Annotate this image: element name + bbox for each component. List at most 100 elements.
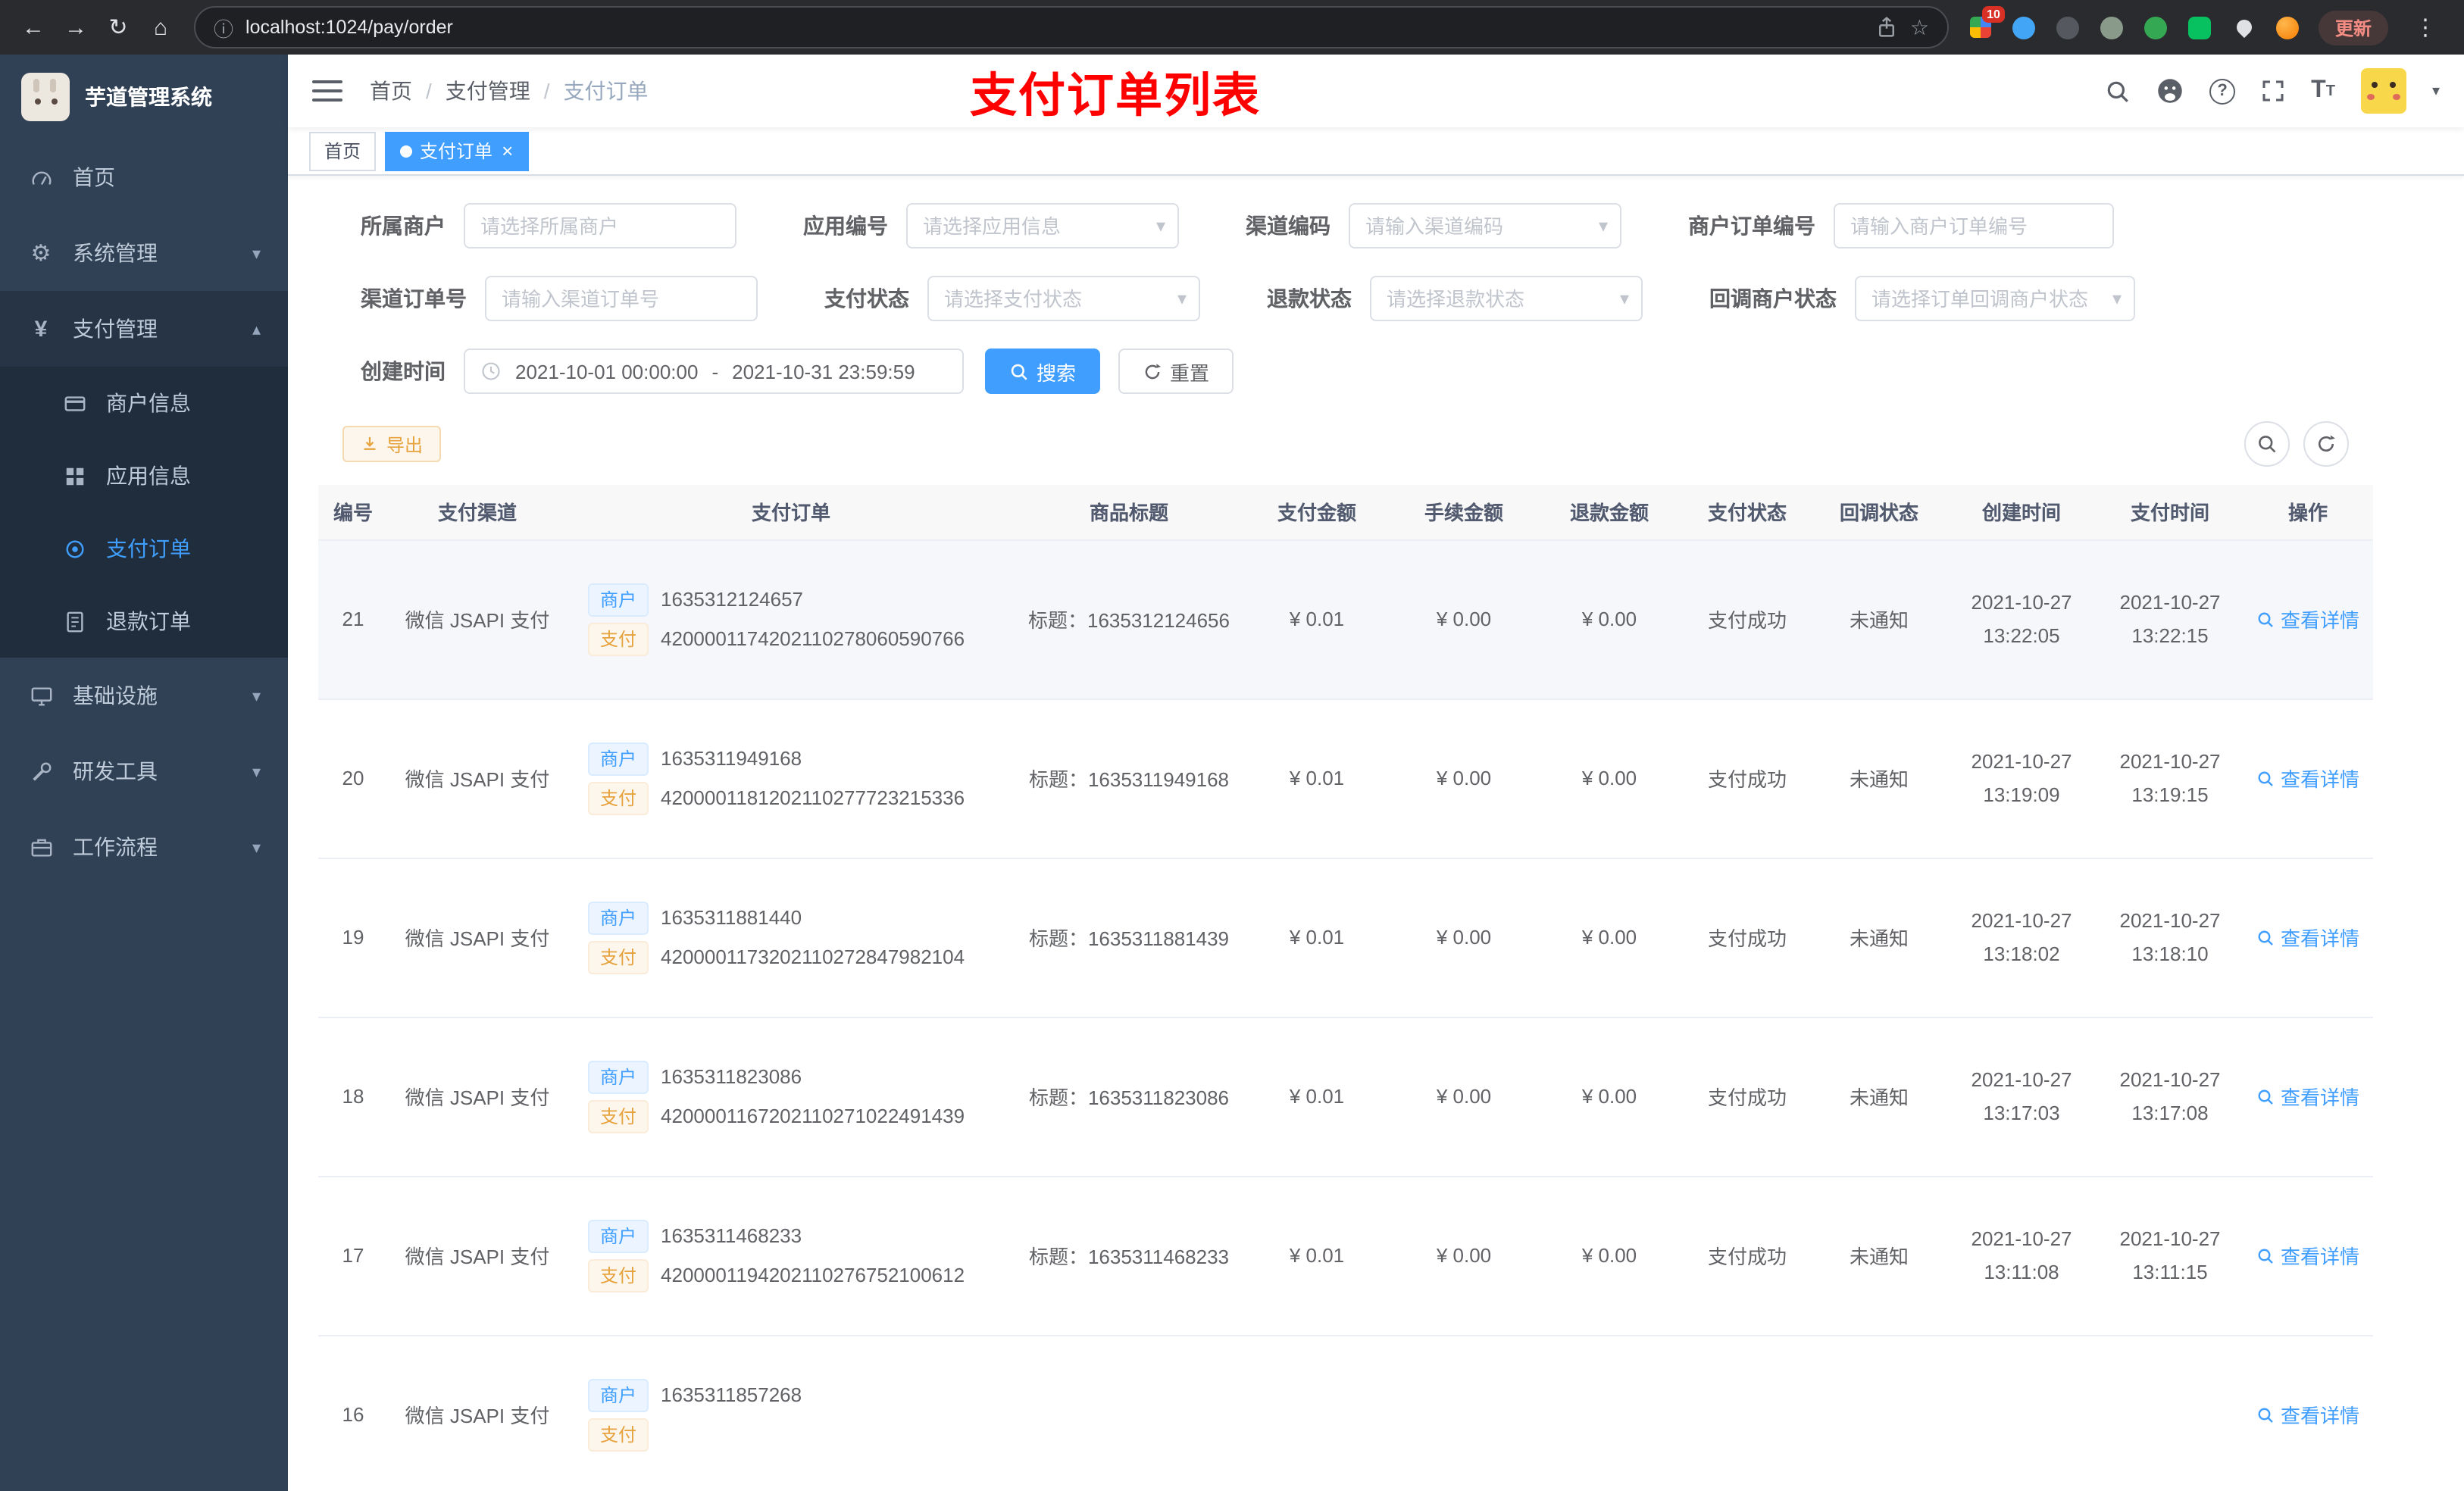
extension-drop-icon[interactable] xyxy=(2011,14,2038,41)
filter-label-refund-status: 退款状态 xyxy=(1267,286,1352,311)
col-pay-status: 支付状态 xyxy=(1682,485,1812,540)
extension-puzzle-icon[interactable]: 10 xyxy=(1967,6,2005,41)
browser-back-icon[interactable]: ← xyxy=(12,6,55,48)
refresh-button[interactable] xyxy=(2303,421,2349,467)
pay-status-select-input[interactable] xyxy=(927,276,1200,321)
tags-view-bar: 首页 支付订单 × xyxy=(288,127,2464,176)
merchant-order-no-input[interactable] xyxy=(1834,203,2114,248)
cell-fee: ¥ 0.00 xyxy=(1391,858,1537,1017)
font-size-icon[interactable]: TT xyxy=(2311,77,2335,105)
share-icon[interactable] xyxy=(1877,17,1898,38)
help-icon[interactable]: ? xyxy=(2209,78,2236,104)
merchant-select-input[interactable] xyxy=(464,203,736,248)
extension-dark-icon[interactable] xyxy=(2055,14,2082,41)
browser-forward-icon[interactable]: → xyxy=(55,6,97,48)
cell-fee: ¥ 0.00 xyxy=(1391,1176,1537,1336)
merchant-tag: 商户 xyxy=(588,1060,649,1093)
cell-pay-order: 商户 1635311881440 支付 42000011732021102728… xyxy=(567,858,1015,1017)
col-refund: 退款金额 xyxy=(1537,485,1682,540)
sidebar-item-payment[interactable]: ¥ 支付管理 ▴ xyxy=(0,291,288,367)
cell-fee: ¥ 0.00 xyxy=(1391,539,1537,699)
export-button[interactable]: 导出 xyxy=(342,426,442,462)
sidebar-item-dev-tools[interactable]: 研发工具 ▾ xyxy=(0,733,288,809)
extension-pin-icon[interactable] xyxy=(2231,14,2258,41)
view-detail-link[interactable]: 查看详情 xyxy=(2256,764,2359,792)
table-row[interactable]: 16 微信 JSAPI 支付 商户 1635311857268 支付 查看详情 xyxy=(318,1335,2373,1491)
view-detail-link[interactable]: 查看详情 xyxy=(2256,1241,2359,1270)
user-avatar[interactable] xyxy=(2360,68,2406,114)
sidebar-item-label: 研发工具 xyxy=(73,759,158,783)
table-row[interactable]: 17 微信 JSAPI 支付 商户 1635311468233 支付 42000… xyxy=(318,1176,2373,1336)
view-detail-link[interactable]: 查看详情 xyxy=(2256,1400,2359,1429)
extension-green-icon[interactable] xyxy=(2143,14,2170,41)
filter-label-channel-order-no: 渠道订单号 xyxy=(361,286,467,311)
view-detail-link[interactable]: 查看详情 xyxy=(2256,1082,2359,1111)
page-content: 所属商户 应用编号 ▾ 渠道编码 ▾ 商户订单编号 xyxy=(288,176,2464,1491)
url-text[interactable]: localhost:1024/pay/order xyxy=(245,17,453,38)
site-info-icon[interactable]: ⓘ xyxy=(214,13,233,42)
table-row[interactable]: 21 微信 JSAPI 支付 商户 1635312124657 支付 42000… xyxy=(318,539,2373,699)
tag-close-icon[interactable]: × xyxy=(502,141,513,161)
caret-down-icon[interactable]: ▾ xyxy=(2432,83,2440,99)
tag-pay-order[interactable]: 支付订单 × xyxy=(385,131,529,170)
browser-menu-icon[interactable]: ⋮ xyxy=(2405,14,2446,41)
address-bar[interactable]: ⓘ localhost:1024/pay/order ☆ xyxy=(194,6,1949,48)
table-row[interactable]: 18 微信 JSAPI 支付 商户 1635311823086 支付 42000… xyxy=(318,1017,2373,1177)
sidebar-item-workflow[interactable]: 工作流程 ▾ xyxy=(0,809,288,885)
cell-create-time: 2021-10-27 13:18:02 xyxy=(1946,858,2097,1017)
range-end-value[interactable]: 2021-10-31 23:59:59 xyxy=(732,360,915,383)
cell-refund: ¥ 0.00 xyxy=(1537,699,1682,858)
channel-code-input[interactable] xyxy=(1349,203,1621,248)
filter-label-channel-code: 渠道编码 xyxy=(1246,214,1330,238)
filter-label-create-time: 创建时间 xyxy=(361,359,446,383)
table-row[interactable]: 20 微信 JSAPI 支付 商户 1635311949168 支付 42000… xyxy=(318,699,2373,858)
col-channel: 支付渠道 xyxy=(388,485,567,540)
notify-status-select-input[interactable] xyxy=(1855,276,2135,321)
sidebar-item-pay-order[interactable]: 支付订单 xyxy=(0,512,288,585)
sidebar-item-merchant-info[interactable]: 商户信息 xyxy=(0,367,288,439)
logo-avatar xyxy=(21,73,70,121)
sidebar-item-infra[interactable]: 基础设施 ▾ xyxy=(0,658,288,733)
sidebar-item-system[interactable]: ⚙ 系统管理 ▾ xyxy=(0,215,288,291)
app-logo[interactable]: 芋道管理系统 xyxy=(0,55,288,139)
extension-chat-icon[interactable] xyxy=(2187,14,2214,41)
bookmark-star-icon[interactable]: ☆ xyxy=(1910,14,1929,40)
create-time-range-picker[interactable]: 2021-10-01 00:00:00 - 2021-10-31 23:59:5… xyxy=(464,349,964,394)
channel-pay-no: 4200001181202110277723215336 xyxy=(661,786,965,809)
sidebar-item-home[interactable]: 首页 xyxy=(0,139,288,215)
channel-order-no-input[interactable] xyxy=(485,276,758,321)
browser-reload-icon[interactable]: ↻ xyxy=(97,6,139,48)
view-detail-link[interactable]: 查看详情 xyxy=(2256,605,2359,633)
cell-notify-status: 未通知 xyxy=(1812,1017,1946,1177)
breadcrumb-home[interactable]: 首页 xyxy=(370,76,412,106)
extension-emoji-icon[interactable] xyxy=(2275,14,2302,41)
toggle-search-button[interactable] xyxy=(2244,421,2290,467)
app-select-input[interactable] xyxy=(906,203,1179,248)
breadcrumb-payment[interactable]: 支付管理 xyxy=(446,76,530,106)
browser-update-button[interactable]: 更新 xyxy=(2318,10,2388,45)
breadcrumb-separator: / xyxy=(426,79,432,103)
reset-button[interactable]: 重置 xyxy=(1118,349,1234,394)
cell-title: 标题：1635311468233 xyxy=(1015,1176,1243,1336)
tag-home[interactable]: 首页 xyxy=(309,131,377,170)
target-icon xyxy=(61,537,88,560)
sidebar-toggle-icon[interactable] xyxy=(312,80,342,102)
cell-refund xyxy=(1537,1335,1682,1491)
view-detail-link[interactable]: 查看详情 xyxy=(2256,923,2359,952)
table-row[interactable]: 19 微信 JSAPI 支付 商户 1635311881440 支付 42000… xyxy=(318,858,2373,1017)
cell-pay-status: 支付成功 xyxy=(1682,858,1812,1017)
fullscreen-icon[interactable] xyxy=(2261,79,2285,103)
range-start-value[interactable]: 2021-10-01 00:00:00 xyxy=(515,360,698,383)
filter-label-merchant-order-no: 商户订单编号 xyxy=(1688,214,1815,238)
search-form: 所属商户 应用编号 ▾ 渠道编码 ▾ 商户订单编号 xyxy=(318,203,2434,394)
browser-home-icon[interactable]: ⌂ xyxy=(139,6,182,48)
extension-gray-icon[interactable] xyxy=(2099,14,2126,41)
search-button[interactable]: 搜索 xyxy=(985,349,1101,394)
search-icon[interactable] xyxy=(2105,78,2131,104)
github-icon[interactable] xyxy=(2156,77,2184,105)
cell-action: 查看详情 xyxy=(2243,1335,2373,1491)
sidebar-item-app-info[interactable]: 应用信息 xyxy=(0,439,288,512)
sidebar-item-refund-order[interactable]: 退款订单 xyxy=(0,585,288,658)
cell-channel: 微信 JSAPI 支付 xyxy=(388,1176,567,1336)
refund-status-select-input[interactable] xyxy=(1370,276,1643,321)
